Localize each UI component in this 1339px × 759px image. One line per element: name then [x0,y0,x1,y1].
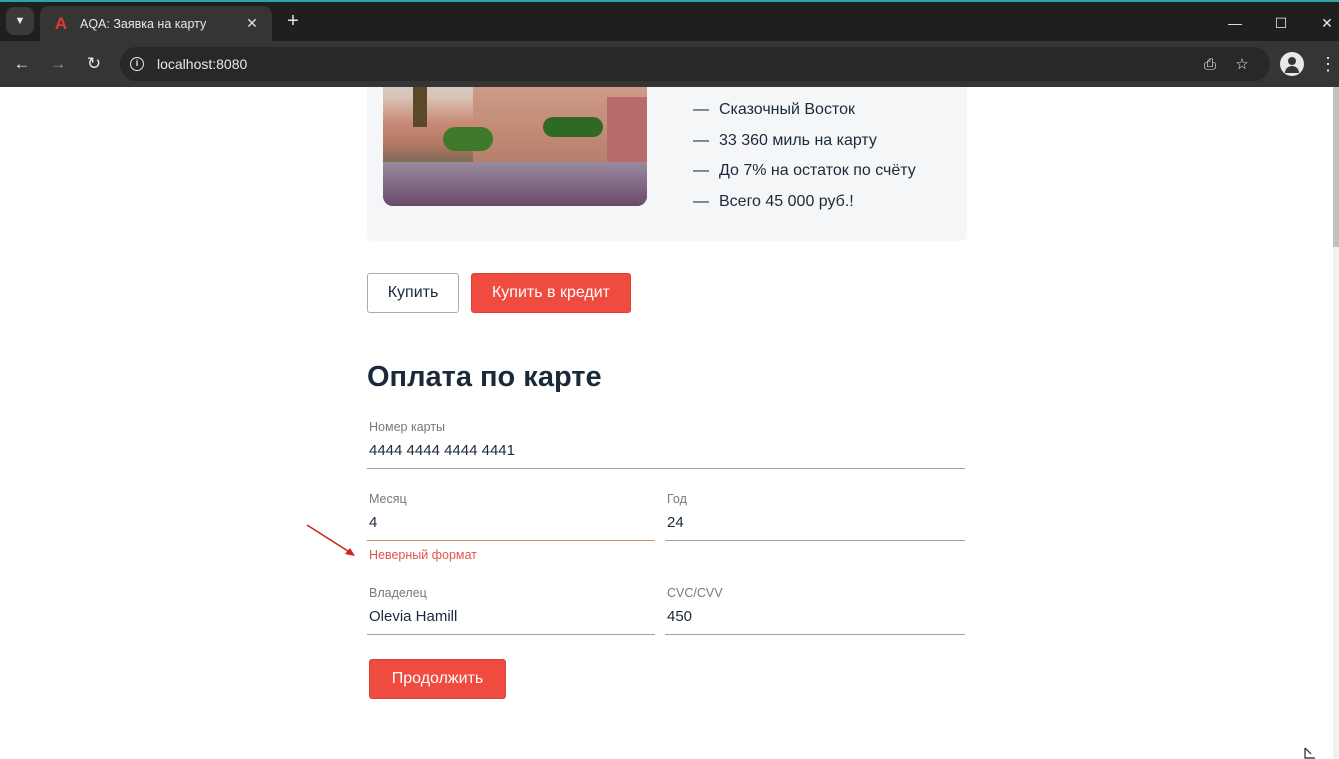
browser-toolbar: ← → ↻ i localhost:8080 ⎙ ☆ ⋮ [0,41,1339,87]
buy-button[interactable]: Купить [367,273,459,313]
tab-search-button[interactable]: ▼ [6,7,34,35]
browser-tab-bar: ▼ А AQA: Заявка на карту ✕ + — ☐ ✕ [0,2,1339,41]
tab-close-icon[interactable]: ✕ [244,15,260,32]
maximize-button[interactable]: ☐ [1258,4,1304,42]
page-viewport: — Сказочный Восток —33 360 миль на карту … [0,87,1339,759]
card-number-field[interactable]: Номер карты 4444 4444 4444 4441 [367,420,965,469]
scrollbar-thumb[interactable] [1333,87,1339,247]
forward-arrow-icon[interactable]: → [44,50,72,78]
alfa-favicon-icon: А [54,13,68,33]
cvc-field[interactable]: CVC/CVV 450 [665,586,965,635]
cvc-input[interactable]: 450 [667,608,692,625]
tab-title: AQA: Заявка на карту [80,16,207,31]
month-label: Месяц [369,492,407,506]
site-info-icon[interactable]: i [124,51,150,77]
list-item: —33 360 миль на карту [693,131,877,149]
new-tab-button[interactable]: + [280,8,306,34]
cvc-label: CVC/CVV [667,586,723,600]
list-item: — До 7% на остаток по счёту [693,162,916,180]
year-input[interactable]: 24 [667,514,684,531]
install-app-icon[interactable]: ⎙ [1198,52,1222,76]
buy-credit-button[interactable]: Купить в кредит [471,273,631,313]
continue-button[interactable]: Продолжить [369,659,506,699]
offer-features-list: — Сказочный Восток —33 360 миль на карту … [693,95,916,217]
owner-input[interactable]: Olevia Hamill [369,608,457,625]
list-item: — Сказочный Восток [693,101,855,119]
list-item: — Всего 45 000 руб.! [693,192,854,210]
year-label: Год [667,492,687,506]
url-text[interactable]: localhost:8080 [157,56,247,72]
year-field[interactable]: Год 24 [665,492,965,541]
bookmark-star-icon[interactable]: ☆ [1230,52,1254,76]
offer-photo [383,87,647,206]
browser-menu-icon[interactable]: ⋮ [1318,50,1338,78]
back-arrow-icon[interactable]: ← [8,50,36,78]
page-title: Оплата по карте [367,361,602,393]
owner-field[interactable]: Владелец Olevia Hamill [367,586,655,635]
resize-cursor-icon [1304,747,1315,759]
minimize-button[interactable]: — [1212,4,1258,42]
month-field[interactable]: Месяц 4 [367,492,655,541]
card-number-label: Номер карты [369,420,446,434]
scrollbar[interactable] [1333,87,1339,759]
browser-tab-active[interactable]: А AQA: Заявка на карту ✕ [40,6,272,41]
card-number-input[interactable]: 4444 4444 4444 4441 [369,442,515,459]
month-input[interactable]: 4 [369,514,377,531]
window-close-button[interactable]: ✕ [1304,4,1339,42]
address-bar[interactable]: i localhost:8080 ⎙ ☆ [120,47,1270,81]
annotation-arrow-icon [306,524,355,556]
month-error-text: Неверный формат [369,548,477,562]
offer-panel: — Сказочный Восток —33 360 миль на карту … [367,87,967,241]
reload-icon[interactable]: ↻ [80,50,108,78]
owner-label: Владелец [369,586,427,600]
profile-avatar-icon[interactable] [1280,52,1304,76]
